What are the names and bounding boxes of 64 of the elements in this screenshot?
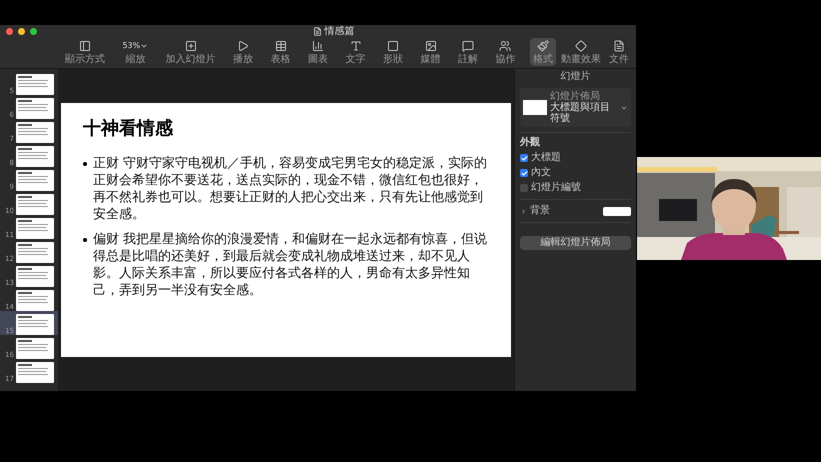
text-button[interactable]: 文字 xyxy=(342,38,369,66)
table-icon xyxy=(274,40,287,52)
image-icon xyxy=(424,40,437,52)
chart-button[interactable]: 圖表 xyxy=(305,38,332,66)
layout-thumbnail xyxy=(523,100,547,115)
slide-thumbnail xyxy=(16,362,54,383)
checkbox-label: 內文 xyxy=(531,167,551,179)
square-icon xyxy=(387,40,400,52)
checkbox[interactable] xyxy=(520,154,528,162)
people-icon xyxy=(499,40,512,52)
checkbox[interactable] xyxy=(520,184,528,192)
slide-thumbnail xyxy=(16,146,54,167)
slide-thumbnail xyxy=(16,170,54,191)
slide-thumbnail xyxy=(16,218,54,239)
zoom-button[interactable]: 53% 縮放 xyxy=(119,38,152,66)
play-button[interactable]: 播放 xyxy=(230,38,256,66)
plus-square-icon xyxy=(184,40,197,52)
comment-button[interactable]: 註解 xyxy=(455,38,481,66)
slide-thumbnail xyxy=(16,338,54,359)
section-heading: 外觀 xyxy=(520,137,541,149)
add-slide-button[interactable]: 加入幻燈片 xyxy=(162,38,219,66)
bar-chart-icon xyxy=(312,40,324,52)
checkbox-label: 幻燈片編號 xyxy=(531,182,581,194)
background-label: 背景 xyxy=(530,205,551,217)
bullet-icon xyxy=(83,162,87,166)
color-well[interactable] xyxy=(603,206,631,216)
slide-title: 十神看情感 xyxy=(83,117,174,141)
slide-thumbnail xyxy=(16,74,54,95)
comment-icon xyxy=(462,40,474,52)
shape-button[interactable]: 形狀 xyxy=(380,38,406,66)
play-icon xyxy=(237,40,250,52)
slide-thumbnail xyxy=(16,98,54,119)
sidebar-icon xyxy=(79,40,91,52)
paintbrush-icon xyxy=(536,40,549,52)
window-title: 情感篇 xyxy=(324,26,354,38)
document-icon xyxy=(312,27,322,36)
bullet-icon xyxy=(83,238,87,242)
document-button[interactable]: 文件 xyxy=(606,38,632,66)
edit-layout-button[interactable]: 編輯幻燈片佈局 xyxy=(520,236,631,250)
slide-thumbnail xyxy=(16,266,54,287)
document-icon xyxy=(612,40,625,52)
layout-value: 大標題與項目符號 xyxy=(550,102,611,124)
slide-thumbnail xyxy=(16,290,54,311)
slide-thumbnail xyxy=(16,122,54,143)
bullet-text: 偏财 我把星星摘给你的浪漫爱情，和偏财在一起永远都有惊喜，但说得总是比唱的还美好，到最后就会变成礼物成堆送过来，却不见人影。人际关系丰富，所以要应付各式各样的人，男命有太多异性知己，弄到另一半没有安全感。 xyxy=(93,231,488,299)
media-button[interactable]: 媒體 xyxy=(418,38,444,66)
bullet-text: 正财 守财守家守电视机／手机，容易变成宅男宅女的稳定派，实际的正财会希望你不要送花，送点实际的，现金不错，微信红包也很好，再不然礼券也可以。想要让正财的人把心交出来，只有先让他感觉到安全感。 xyxy=(93,155,488,223)
checkbox-label: 大標題 xyxy=(531,152,561,164)
animate-button[interactable]: 動畫效果 xyxy=(558,38,604,66)
zoom-value: 53% xyxy=(122,40,140,52)
text-icon xyxy=(350,40,362,52)
slide-thumbnail xyxy=(16,314,54,335)
view-button[interactable]: 顯示方式 xyxy=(62,38,108,66)
diamond-icon xyxy=(574,40,587,52)
slide-thumbnail xyxy=(16,242,54,263)
checkbox[interactable] xyxy=(520,169,528,177)
collaborate-button[interactable]: 協作 xyxy=(492,38,518,66)
layout-selector[interactable]: 幻燈片佈局 大標題與項目符號 xyxy=(520,88,631,127)
inspector-tab[interactable]: 幻燈片 xyxy=(520,69,631,85)
slide-thumbnail xyxy=(16,194,54,215)
format-button[interactable]: 格式 xyxy=(530,38,556,66)
chevron-right-icon[interactable] xyxy=(520,208,527,214)
table-button[interactable]: 表格 xyxy=(268,38,294,66)
layout-label: 幻燈片佈局 xyxy=(550,91,601,102)
